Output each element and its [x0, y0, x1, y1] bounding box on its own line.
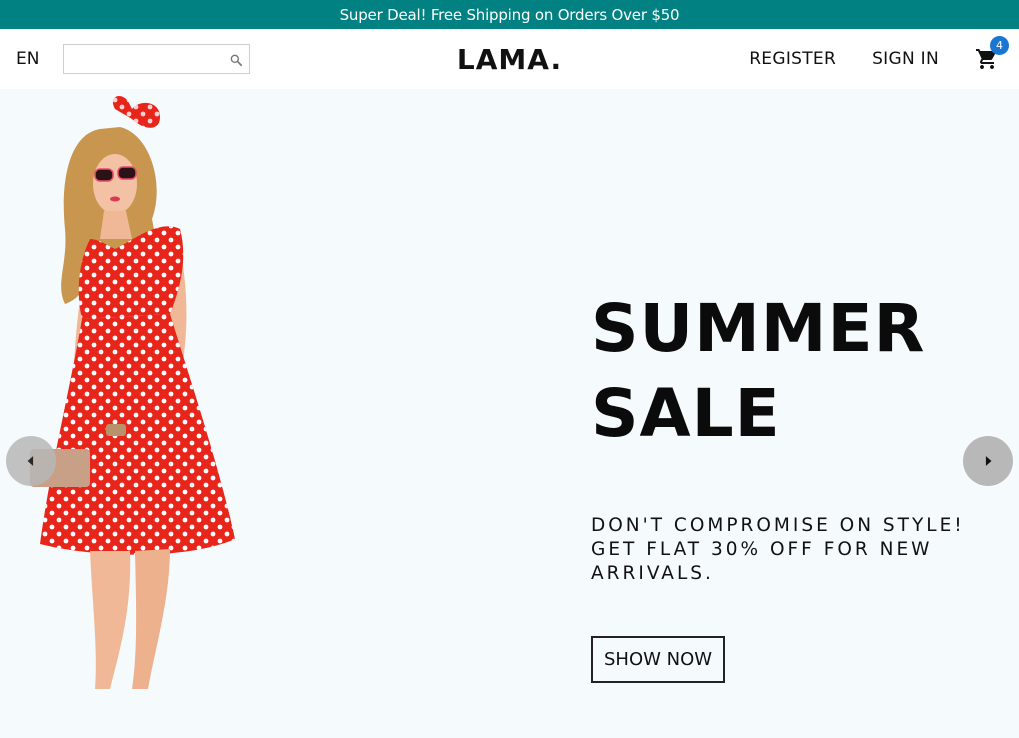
announcement-bar: Super Deal! Free Shipping on Orders Over… — [0, 0, 1019, 29]
language-selector[interactable]: EN — [16, 49, 39, 69]
hero-title: SUMMER SALE — [591, 290, 926, 452]
show-now-button[interactable]: SHOW NOW — [591, 636, 726, 683]
search-box[interactable] — [63, 44, 251, 74]
brand-logo[interactable]: LAMA. — [457, 43, 562, 76]
slider-prev-button[interactable] — [6, 436, 56, 486]
hero-slider: SUMMER SALE DON'T COMPROMISE ON STYLE! G… — [0, 89, 1019, 738]
cart-button[interactable]: 4 — [975, 36, 1009, 71]
navbar: EN LAMA. REGISTER SIGN IN 4 — [0, 29, 1019, 89]
announcement-text: Super Deal! Free Shipping on Orders Over… — [339, 5, 680, 24]
arrow-left-icon — [27, 456, 34, 466]
model-image — [30, 95, 235, 689]
hero-description: DON'T COMPROMISE ON STYLE! GET FLAT 30% … — [591, 515, 965, 584]
cart-badge: 4 — [990, 36, 1009, 55]
search-icon[interactable] — [229, 52, 243, 67]
register-link[interactable]: REGISTER — [749, 49, 836, 69]
nav-left: EN — [16, 44, 510, 74]
search-input[interactable] — [70, 51, 230, 67]
hero-info: SUMMER SALE DON'T COMPROMISE ON STYLE! G… — [591, 286, 1016, 683]
slider-next-button[interactable] — [963, 436, 1013, 486]
sign-in-link[interactable]: SIGN IN — [872, 49, 939, 69]
arrow-right-icon — [985, 456, 992, 466]
nav-right: REGISTER SIGN IN 4 — [510, 36, 1009, 71]
